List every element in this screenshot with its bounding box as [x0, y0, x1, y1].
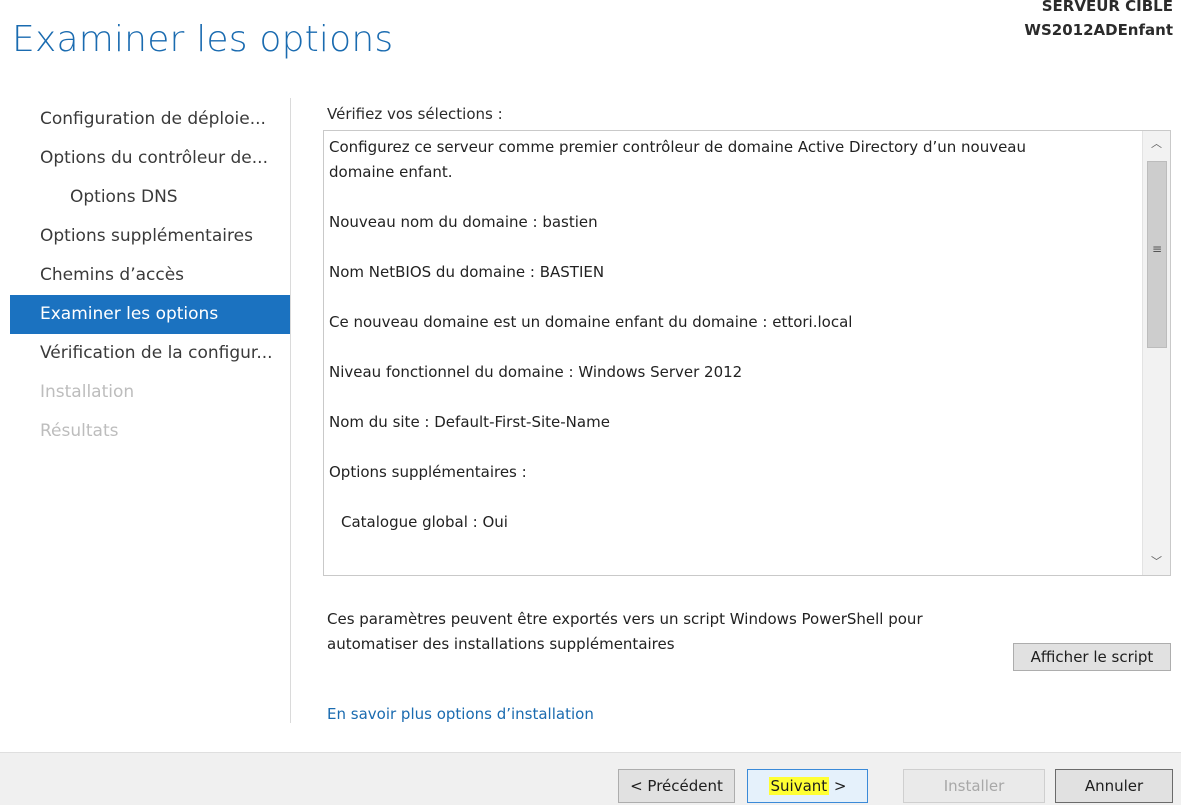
install-button: Installer: [903, 769, 1045, 803]
nav-item-installation: Installation: [40, 382, 135, 402]
scroll-down-icon[interactable]: ﹀: [1143, 549, 1170, 575]
target-server-name: WS2012ADEnfant: [1024, 21, 1173, 39]
export-note-line-2: automatiser des installations supplément…: [327, 635, 675, 653]
cancel-button[interactable]: Annuler: [1055, 769, 1173, 803]
wizard-footer: < Précédent Suivant > Installer Annuler: [0, 752, 1181, 805]
next-button-label: Suivant: [768, 777, 830, 795]
review-textbox[interactable]: Configurez ce serveur comme premier cont…: [323, 130, 1171, 576]
target-server-label: SERVEUR CIBLE: [1041, 0, 1173, 15]
nav-item-review-options[interactable]: Examiner les options: [10, 295, 290, 334]
nav-item-additional-options[interactable]: Options supplémentaires: [10, 217, 290, 256]
review-line-functional-level: Niveau fonctionnel du domaine : Windows …: [329, 363, 743, 381]
page-title: Examiner les options: [12, 19, 394, 60]
target-server: SERVEUR CIBLE WS2012ADEnfant: [1024, 0, 1173, 42]
review-line-summary-2: domaine enfant.: [329, 163, 453, 181]
scroll-grip-icon: ≡: [1151, 242, 1163, 256]
review-options-page: Examiner les options SERVEUR CIBLE WS201…: [0, 0, 1181, 805]
nav-item-results: Résultats: [40, 421, 119, 441]
review-scrollbar[interactable]: ︿ ≡ ﹀: [1142, 131, 1170, 575]
review-line-netbios: Nom NetBIOS du domaine : BASTIEN: [329, 263, 605, 281]
export-note: Ces paramètres peuvent être exportés ver…: [327, 607, 1007, 657]
scroll-up-icon[interactable]: ︿: [1143, 131, 1170, 157]
next-button-arrow: >: [829, 777, 847, 795]
wizard-steps-nav: Configuration de déploie... Options du c…: [10, 100, 290, 451]
review-line-global-catalog: Catalogue global : Oui: [341, 513, 508, 531]
export-note-line-1: Ces paramètres peuvent être exportés ver…: [327, 610, 923, 628]
nav-divider: [290, 98, 291, 723]
previous-button[interactable]: < Précédent: [618, 769, 735, 803]
view-script-button[interactable]: Afficher le script: [1013, 643, 1171, 671]
nav-item-dns-options[interactable]: Options DNS: [10, 178, 290, 217]
review-line-domain-name: Nouveau nom du domaine : bastien: [329, 213, 598, 231]
review-line-site-name: Nom du site : Default-First-Site-Name: [329, 413, 610, 431]
nav-item-prereq-check[interactable]: Vérification de la configur...: [10, 334, 290, 373]
next-button[interactable]: Suivant >: [747, 769, 868, 803]
review-line-summary-1: Configurez ce serveur comme premier cont…: [329, 138, 1027, 156]
review-line-additional-options: Options supplémentaires :: [329, 463, 527, 481]
nav-item-paths[interactable]: Chemins d’accès: [10, 256, 290, 295]
review-content: Configurez ce serveur comme premier cont…: [329, 135, 1139, 535]
scroll-thumb[interactable]: ≡: [1147, 161, 1167, 348]
learn-more-link[interactable]: En savoir plus options d’installation: [327, 702, 594, 726]
review-line-parent-domain: Ce nouveau domaine est un domaine enfant…: [329, 313, 853, 331]
review-label: Vérifiez vos sélections :: [327, 105, 503, 123]
nav-item-dc-options[interactable]: Options du contrôleur de...: [10, 139, 290, 178]
nav-item-deployment-config[interactable]: Configuration de déploie...: [10, 100, 290, 139]
